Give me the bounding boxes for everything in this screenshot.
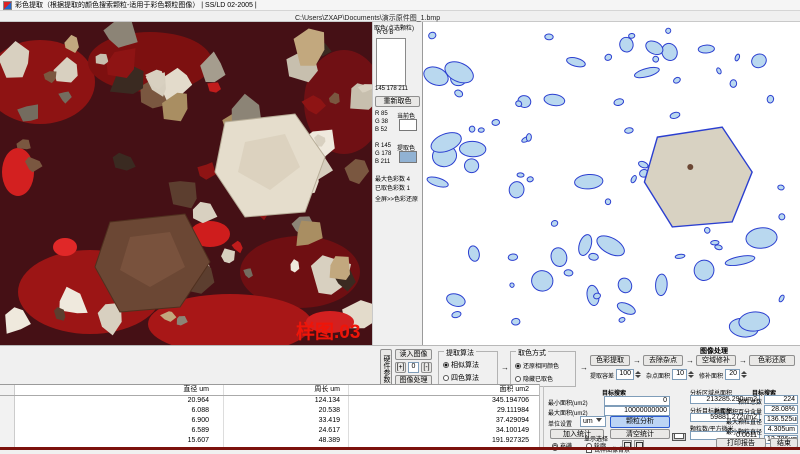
- table-row[interactable]: 6.08820.53829.111984: [0, 406, 539, 416]
- fullscreen-link[interactable]: 全屏>>: [375, 194, 394, 203]
- algo-option-similar[interactable]: 相似算法: [443, 360, 479, 370]
- spinner[interactable]: [635, 369, 642, 380]
- pick-mode-group: 取色方式 还原相同颜色 隐藏已取色: [510, 351, 576, 387]
- table-header-row: 直径 um 周长 um 面积 um2: [0, 385, 539, 396]
- extract-r: R 145: [375, 143, 391, 149]
- spinner-down-icon[interactable]: [635, 375, 641, 378]
- radio-icon[interactable]: [515, 376, 521, 382]
- col-diameter: 直径 um: [15, 385, 224, 395]
- algo-option-fourcolor[interactable]: 四色算法: [443, 373, 479, 383]
- analyze-grains-button[interactable]: 颗粒分析: [610, 416, 670, 428]
- pick-mode-hide-option[interactable]: 隐藏已取色: [515, 374, 553, 383]
- spinner-down-icon[interactable]: [688, 375, 694, 378]
- app-icon: [3, 1, 12, 10]
- min-area-label: 最小面积(um2): [548, 398, 588, 407]
- min-area-value[interactable]: 0: [604, 396, 670, 406]
- extract-g: G 178: [375, 151, 391, 157]
- flow-arrow: →: [686, 356, 694, 365]
- col-perimeter: 周长 um: [224, 385, 349, 395]
- noise-area-value[interactable]: 10: [672, 369, 687, 380]
- radio-icon[interactable]: [443, 362, 449, 368]
- extracted-grains-image[interactable]: [422, 22, 800, 345]
- patch-area-value[interactable]: 20: [725, 369, 740, 380]
- algo-group: 提取算法 相似算法 四色算法: [438, 351, 498, 387]
- color-extract-button[interactable]: 色彩提取: [590, 355, 630, 366]
- printer-icon[interactable]: [672, 430, 686, 441]
- repick-button[interactable]: 重新取色: [375, 96, 420, 107]
- window-title: 彩色提取（根据提取的颜色搜索颗粒-适用于彩色颗粒图像） | SS/LD 02-2…: [15, 0, 257, 10]
- extract-color-swatch: [399, 151, 417, 163]
- restore-link[interactable]: 色彩还原: [394, 194, 418, 203]
- load-image-button[interactable]: 读入图像: [395, 349, 432, 360]
- table-row[interactable]: 6.58924.61734.100149: [0, 426, 539, 436]
- noise-area-label: 杂点面积: [646, 371, 670, 380]
- pick-mode-restore-option[interactable]: 还原相同颜色: [515, 361, 559, 370]
- flow-arrow: →: [501, 363, 509, 372]
- row-selector-header: [0, 385, 15, 395]
- pick-mode-title: 取色方式: [516, 348, 548, 358]
- thin-section-image[interactable]: 样图.03: [0, 22, 372, 345]
- grain-count-value: 224: [764, 395, 798, 404]
- zoom-out-button[interactable]: [-]: [421, 362, 432, 373]
- rgb-header: R G B: [377, 30, 393, 36]
- color-restore-button[interactable]: 色彩还原: [749, 355, 795, 366]
- extract-b: B 211: [375, 159, 390, 165]
- table-row[interactable]: 20.964124.134345.194706: [0, 396, 539, 406]
- clear-stats-button[interactable]: 清空统计: [610, 429, 670, 439]
- max-diameter-label: 最大颗粒直径: [714, 417, 762, 426]
- area-percent-label: 颗粒面积百分含量: [708, 407, 762, 416]
- spinner[interactable]: [741, 369, 748, 380]
- current-r: R 85: [375, 111, 388, 117]
- remove-noise-button[interactable]: 去除杂点: [643, 355, 683, 366]
- radio-icon[interactable]: [443, 375, 449, 381]
- grain-count-label: 颗粒总数: [726, 397, 762, 406]
- measurement-table[interactable]: 直径 um 周长 um 面积 um2 20.964124.134345.1947…: [0, 384, 540, 447]
- flow-arrow: →: [633, 356, 641, 365]
- flow-arrow: →: [580, 363, 588, 372]
- spinner-down-icon[interactable]: [741, 375, 747, 378]
- max-colors-label: 最大色彩数 4: [375, 174, 410, 183]
- zoom-value[interactable]: 0: [408, 362, 419, 373]
- fill-holes-button[interactable]: 空域修补: [696, 355, 736, 366]
- area-percent-value: 28.08%: [764, 405, 798, 414]
- table-row[interactable]: 6.90033.41937.429094: [0, 416, 539, 426]
- spinner-up-icon[interactable]: [688, 371, 694, 374]
- patch-area-label: 修补面积: [699, 371, 723, 380]
- max-area-value[interactable]: 10000000000: [604, 406, 670, 416]
- spinner[interactable]: [688, 369, 695, 380]
- table-row[interactable]: 15.60748.389191.927325: [0, 436, 539, 446]
- max-diameter-value: 136.525um: [764, 415, 798, 424]
- min-diameter-value: 4.305um: [764, 425, 798, 434]
- dropdown-arrow-icon[interactable]: [596, 418, 602, 422]
- unit-setting-label: 单位设置: [548, 419, 572, 428]
- zoom-in-button[interactable]: [+]: [395, 362, 406, 373]
- flow-arrow: →: [739, 356, 747, 365]
- spinner-up-icon[interactable]: [741, 371, 747, 374]
- color-pick-panel: 取色(点选颗粒) R G B 145 178 211 重新取色 R 85 当前色…: [372, 22, 422, 345]
- current-color-swatch: [399, 119, 417, 131]
- spinner-up-icon[interactable]: [635, 371, 641, 374]
- unit-combo[interactable]: um: [580, 416, 606, 427]
- sample-caption: 样图.03: [296, 320, 360, 343]
- extract-tolerance-label: 提取容差: [590, 371, 614, 380]
- col-area: 面积 um2: [349, 385, 539, 395]
- title-bar: 彩色提取（根据提取的颜色搜索颗粒-适用于彩色颗粒图像） | SS/LD 02-2…: [0, 0, 800, 11]
- algo-group-title: 提取算法: [444, 348, 476, 358]
- current-g: G 38: [375, 119, 388, 125]
- current-b: B 52: [375, 127, 387, 133]
- extract-tolerance-value[interactable]: 100: [616, 369, 634, 380]
- path-bar: C:\Users\ZXAP\Documents\演示原件图_1.bmp: [0, 11, 800, 22]
- min-diameter-label: 最小颗粒直径: [714, 427, 762, 436]
- picked-count-label: 已取色彩数 1: [375, 183, 410, 192]
- picked-rgb-values: 145 178 211: [375, 86, 408, 92]
- hardware-params-button[interactable]: 硬件参数: [380, 349, 392, 387]
- picked-color-list[interactable]: [376, 38, 406, 86]
- radio-icon[interactable]: [515, 363, 521, 369]
